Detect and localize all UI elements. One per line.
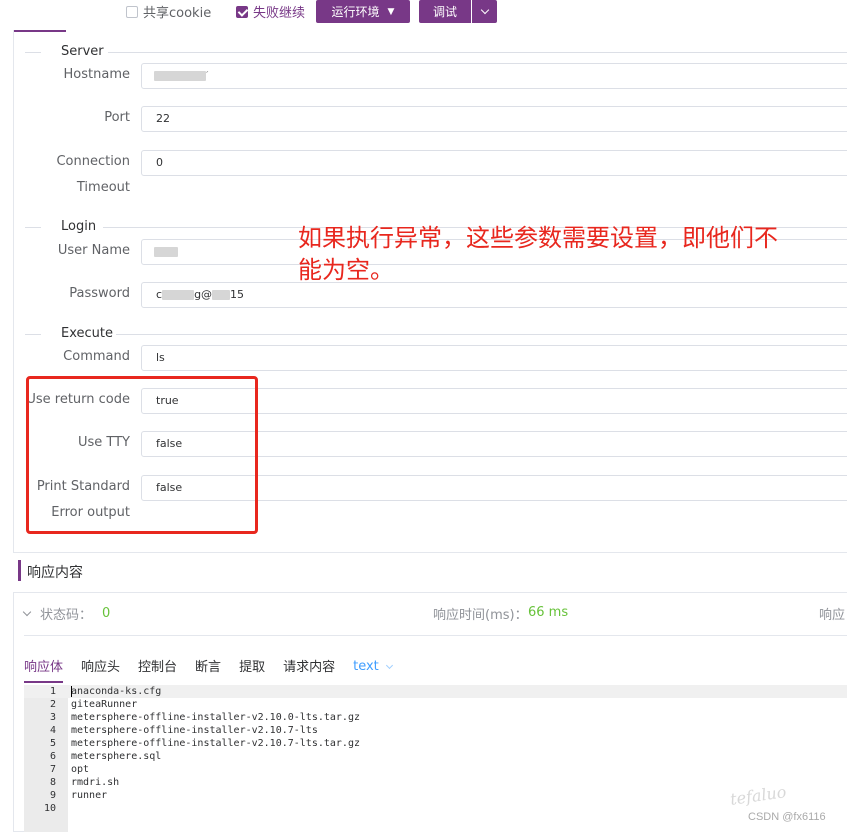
checkbox-checked-icon[interactable] [236, 5, 248, 18]
command-label: Command [63, 349, 130, 364]
section-title-server: Server [61, 44, 104, 59]
tab-request-content[interactable]: 请求内容 [283, 656, 335, 683]
line-number: 6 [49, 751, 56, 762]
annotation-line: 能为空。 [298, 256, 394, 284]
connection-timeout-input[interactable]: 0 [141, 150, 847, 176]
code-text: metersphere-offline-installer-v2.10.7-lt… [71, 738, 360, 749]
checkbox-icon[interactable] [126, 5, 138, 18]
share-cookie-checkbox[interactable]: 共享cookie [126, 2, 211, 21]
code-line[interactable]: 6 metersphere.sql [24, 750, 847, 763]
username-label: User Name [57, 243, 130, 258]
section-divider [25, 227, 41, 228]
code-line[interactable]: 1 anaconda-ks.cfg [24, 685, 847, 698]
redacted-value [154, 71, 206, 81]
tab-console[interactable]: 控制台 [138, 656, 177, 683]
redacted-value [154, 247, 178, 257]
debug-label: 调试 [432, 5, 457, 19]
status-code-value: 0 [102, 605, 111, 621]
code-text: metersphere.sql [71, 751, 162, 762]
password-fragment: 15 [230, 288, 245, 301]
share-cookie-label: 共享cookie [143, 6, 212, 21]
line-number: 5 [49, 738, 56, 749]
active-tab-indicator [14, 30, 66, 32]
section-marker [18, 560, 21, 581]
annotation-highlight-box [26, 376, 258, 534]
password-fragment: g@ [194, 288, 213, 301]
annotation-line: 如果执行异常，这些参数需要设置，即他们不 [298, 224, 778, 252]
hostname-label: Hostname [63, 67, 130, 82]
debug-dropdown-button[interactable] [472, 0, 497, 23]
response-time-value: 66 ms [528, 605, 569, 620]
code-line[interactable]: 3 metersphere-offline-installer-v2.10.0-l… [24, 711, 847, 724]
code-line[interactable]: 10 [24, 802, 847, 815]
tab-extract[interactable]: 提取 [239, 656, 265, 683]
line-number: 7 [49, 764, 56, 775]
section-title-execute: Execute [61, 326, 113, 341]
code-text: opt [71, 764, 90, 775]
code-text: anaconda-ks.cfg [71, 686, 162, 697]
code-line[interactable]: 2 giteaRunner [24, 698, 847, 711]
code-line[interactable]: 4 metersphere-offline-installer-v2.10.7-l… [24, 724, 847, 737]
password-label: Password [69, 286, 130, 301]
chevron-down-icon[interactable] [22, 607, 32, 616]
section-divider [25, 52, 41, 53]
redacted-value [212, 290, 231, 300]
connection-timeout-label-2: Timeout [76, 180, 130, 195]
code-text: runner [71, 790, 108, 801]
line-number: 8 [49, 777, 56, 788]
code-text: metersphere-offline-installer-v2.10.7-lt… [71, 725, 318, 736]
code-text: giteaRunner [71, 699, 138, 710]
divider [24, 635, 847, 636]
text-cursor [71, 686, 72, 697]
tab-response-headers[interactable]: 响应头 [81, 656, 120, 683]
response-tabs: 响应体 响应头 控制台 断言 提取 请求内容 text [24, 656, 410, 683]
tab-assertions[interactable]: 断言 [195, 656, 221, 683]
fail-continue-label: 失败继续 [253, 6, 306, 21]
redacted-value [162, 290, 195, 300]
response-title: 响应内容 [27, 565, 83, 581]
code-text: rmdri.sh [71, 777, 120, 788]
fail-continue-checkbox[interactable]: 失败继续 [236, 2, 305, 21]
section-title-login: Login [61, 219, 97, 234]
status-code-label: 状态码： [40, 607, 93, 623]
port-label: Port [104, 110, 130, 125]
format-select-value: text [353, 659, 379, 674]
format-select[interactable]: text [353, 656, 393, 683]
code-text: metersphere-offline-installer-v2.10.0-lt… [71, 712, 360, 723]
line-number: 2 [49, 699, 56, 710]
debug-button[interactable]: 调试 [419, 0, 471, 23]
connection-timeout-label: Connection [56, 154, 130, 169]
toolbar: 共享cookie 失败继续 运行环境 ▼ 调试 [0, 0, 847, 26]
tab-response-body[interactable]: 响应体 [24, 656, 64, 683]
section-divider [116, 334, 847, 335]
caret-down-icon: ▼ [387, 6, 395, 17]
response-summary-toggle[interactable]: 状态码： 0 [22, 603, 111, 623]
code-line[interactable]: 8 rmdri.sh [24, 776, 847, 789]
section-divider [108, 52, 847, 53]
run-environment-button[interactable]: 运行环境 ▼ [316, 0, 410, 23]
response-size-label: 响应 [819, 608, 846, 623]
line-number: 3 [49, 712, 56, 723]
response-body-editor[interactable]: 1 anaconda-ks.cfg 2 giteaRunner 3 metersphe… [24, 685, 847, 832]
response-time-label: 响应时间(ms)： [433, 608, 528, 623]
code-line[interactable]: 9 runner [24, 789, 847, 802]
line-number: 10 [43, 803, 56, 814]
annotation-text: 如果执行异常，这些参数需要设置，即他们不 能为空。 [298, 222, 838, 286]
hostname-input[interactable]: ′ [141, 63, 847, 89]
chevron-down-icon [480, 5, 489, 15]
line-number: 9 [49, 790, 56, 801]
port-input[interactable]: 22 [141, 106, 847, 132]
line-number: 4 [49, 725, 56, 736]
watermark-text: CSDN @fx6116 [748, 811, 826, 823]
chevron-down-icon [385, 661, 393, 669]
run-environment-label: 运行环境 [331, 5, 380, 19]
command-input[interactable]: ls [141, 345, 847, 371]
code-line[interactable]: 7 opt [24, 763, 847, 776]
code-line[interactable]: 5 metersphere-offline-installer-v2.10.7-l… [24, 737, 847, 750]
section-divider [25, 334, 41, 335]
line-number: 1 [49, 686, 56, 697]
